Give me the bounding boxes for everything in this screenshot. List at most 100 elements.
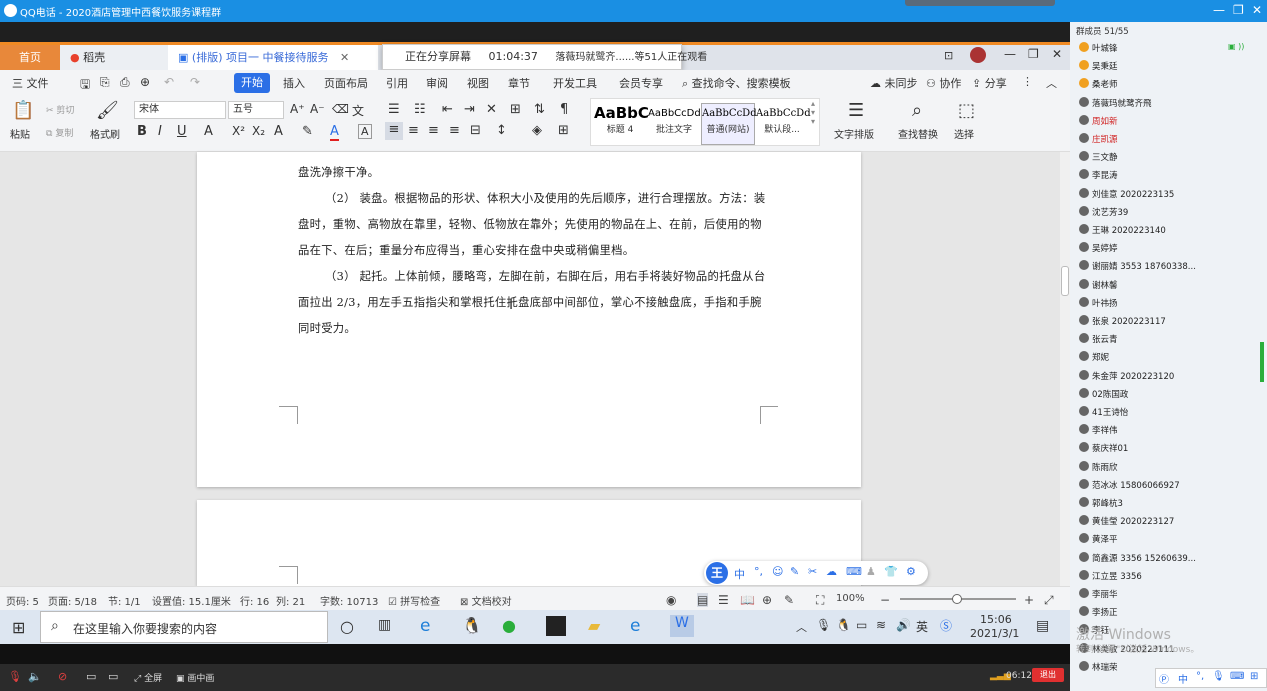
gear-icon[interactable]: ⚙: [906, 565, 916, 578]
menu-dev[interactable]: 开发工具: [553, 75, 597, 91]
member-item[interactable]: 谢丽婧 3553 18760338...: [1079, 260, 1196, 272]
text-layout-button[interactable]: 文字排版: [834, 126, 874, 141]
minimize-icon[interactable]: —: [1213, 3, 1225, 17]
command-search[interactable]: ⌕ 查找命令、搜索模板: [682, 75, 791, 91]
font-shrink-icon[interactable]: A⁻: [310, 102, 325, 116]
style-default-para[interactable]: AaBbCcDd 默认段...: [755, 103, 811, 145]
menu-view[interactable]: 视图: [467, 75, 489, 91]
member-item[interactable]: 陈雨欣: [1079, 460, 1118, 473]
user-avatar[interactable]: [970, 47, 986, 63]
keyboard-icon[interactable]: ⌨: [846, 565, 862, 578]
distribute-icon[interactable]: ⊟: [470, 123, 481, 138]
ime-toolbar[interactable]: 王 中 °, ☺ ✎ ✂ ☁ ⌨ ♟ 👕 ⚙: [704, 561, 928, 585]
member-item[interactable]: 李祥伟: [1079, 424, 1118, 436]
battery-icon[interactable]: ▭: [856, 618, 867, 632]
phonetic-icon[interactable]: 文: [352, 102, 364, 119]
status-words[interactable]: 字数: 10713: [320, 593, 378, 608]
screen-icon[interactable]: ▭: [108, 670, 118, 683]
redo-icon[interactable]: ↷: [190, 75, 200, 89]
align-center-icon[interactable]: ≡: [408, 123, 419, 138]
member-item[interactable]: 简鑫源 3356 15260639...: [1079, 551, 1196, 564]
style-heading4[interactable]: AaBbC 标题 4: [593, 103, 649, 145]
menu-reference[interactable]: 引用: [386, 75, 408, 91]
proofread-button[interactable]: ⊠ 文档校对: [460, 593, 512, 608]
punct-icon[interactable]: °,: [1196, 671, 1204, 682]
panel-scroll-thumb[interactable]: [1260, 342, 1264, 382]
emoji-icon[interactable]: ☺: [772, 565, 783, 578]
wifi-icon[interactable]: ≋: [876, 618, 886, 632]
scissors-icon[interactable]: ✂: [808, 565, 817, 578]
cut-button[interactable]: ✂ 剪切: [46, 103, 74, 116]
punct-icon[interactable]: °,: [754, 565, 763, 578]
find-replace-icon[interactable]: ⌕: [912, 100, 922, 121]
text-effect-icon[interactable]: A: [274, 124, 283, 139]
ime-logo-icon[interactable]: Ⓟ: [1159, 671, 1169, 686]
member-item[interactable]: 林瑞荣: [1079, 660, 1118, 673]
shading-icon[interactable]: ◈: [532, 123, 542, 138]
pen-icon[interactable]: ✎: [790, 565, 799, 578]
save-icon[interactable]: 🖫: [80, 75, 90, 96]
member-item[interactable]: 周如新: [1079, 114, 1118, 127]
menu-member[interactable]: 会员专享: [619, 75, 663, 91]
more-icon[interactable]: ⋮: [1022, 75, 1033, 88]
close-icon[interactable]: ✕: [1052, 47, 1062, 61]
zoom-slider[interactable]: [900, 594, 1016, 604]
edge-icon[interactable]: e: [420, 616, 430, 636]
zoom-slider-thumb[interactable]: [952, 594, 962, 604]
align-left-icon[interactable]: ≡: [385, 122, 403, 140]
fullscreen-icon[interactable]: ⤢: [1044, 593, 1054, 608]
volume-icon[interactable]: 🔊: [896, 618, 911, 632]
show-marks-icon[interactable]: ⊞: [510, 102, 521, 117]
member-item[interactable]: 黄泽平: [1079, 533, 1118, 545]
bullet-list-icon[interactable]: ☰: [388, 102, 400, 117]
member-item[interactable]: 庄凯源: [1079, 133, 1118, 145]
mic-icon[interactable]: 🎙: [1212, 671, 1225, 682]
tab-home[interactable]: 首页: [0, 45, 60, 70]
ime-logo-icon[interactable]: 王: [706, 562, 728, 584]
member-item[interactable]: 王琳 2020223140: [1079, 224, 1166, 236]
para-marks-icon[interactable]: ¶: [560, 102, 568, 117]
member-item[interactable]: 郑妮: [1079, 351, 1109, 363]
style-comment[interactable]: AaBbCcDd 批注文字: [647, 103, 701, 145]
spell-check-button[interactable]: ☑ 拼写检查: [388, 593, 440, 608]
select-button[interactable]: 选择: [954, 126, 974, 141]
member-item[interactable]: 谢林馨: [1079, 278, 1118, 291]
mic-muted-icon[interactable]: 🎙: [8, 670, 22, 683]
app-icon[interactable]: [546, 616, 566, 636]
menu-layout[interactable]: 页面布局: [324, 75, 368, 91]
user-icon[interactable]: ♟: [866, 565, 876, 578]
member-item[interactable]: 三文静: [1079, 151, 1118, 163]
task-view-icon[interactable]: ▥: [378, 617, 391, 633]
export-icon[interactable]: ⎘: [100, 75, 110, 90]
paste-icon[interactable]: 📋: [12, 100, 34, 121]
member-item[interactable]: 张云青: [1079, 333, 1118, 345]
collapse-ribbon-icon[interactable]: ︿: [1046, 75, 1057, 91]
input-method-icon[interactable]: 英: [916, 618, 928, 635]
number-list-icon[interactable]: ☷: [414, 102, 426, 117]
read-view-icon[interactable]: 📖: [740, 593, 755, 607]
member-item[interactable]: 落薇玛就鹭齐飛: [1079, 96, 1152, 109]
windows-start-icon[interactable]: ⊞: [12, 618, 25, 637]
strikethrough-icon[interactable]: A: [204, 124, 213, 139]
ime-mini-toolbar[interactable]: Ⓟ 中 °, 🎙 ⌨ ⊞: [1155, 668, 1267, 688]
underline-icon[interactable]: U: [177, 124, 187, 139]
member-item[interactable]: 吴婷婷: [1079, 242, 1118, 254]
taskbar-time[interactable]: 15:06: [980, 613, 1012, 626]
tab-docer[interactable]: ● 稻壳: [60, 45, 168, 70]
share-button[interactable]: ⇪ 分享: [972, 75, 1007, 91]
undo-icon[interactable]: ↶: [164, 75, 174, 89]
taskbar-date[interactable]: 2021/3/1: [970, 627, 1019, 640]
select-icon[interactable]: ⬚: [958, 100, 975, 121]
member-item[interactable]: 刘佳意 2020223135: [1079, 187, 1174, 200]
layout-icon[interactable]: ⊡: [944, 49, 953, 62]
copy-button[interactable]: ⧉ 复制: [46, 126, 73, 139]
subscript-icon[interactable]: X₂: [252, 124, 265, 138]
menu-insert[interactable]: 插入: [283, 75, 305, 91]
align-right-icon[interactable]: ≡: [428, 123, 439, 138]
ie-icon[interactable]: e: [630, 616, 640, 636]
member-item[interactable]: 叶城锋: [1079, 42, 1118, 54]
member-item[interactable]: 蔡庆祥01: [1079, 442, 1128, 454]
mic-icon[interactable]: 🎙: [816, 618, 831, 632]
status-page[interactable]: 页面: 5/18: [48, 593, 97, 608]
outline-view-icon[interactable]: ☰: [718, 593, 729, 607]
